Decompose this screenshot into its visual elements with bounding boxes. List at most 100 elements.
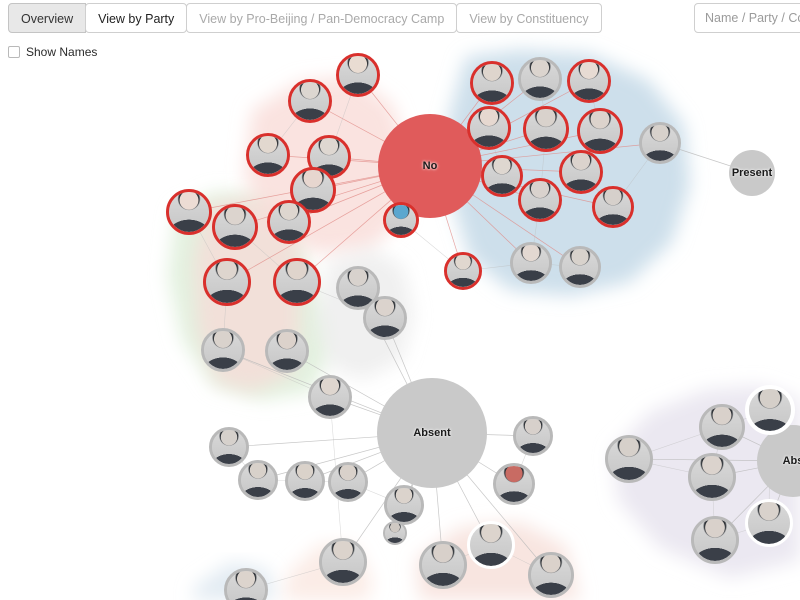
member-portrait bbox=[526, 109, 566, 149]
hub-label-abstain: Abs bbox=[782, 455, 800, 467]
view-tabs: Overview View by Party View by Pro-Beijing… bbox=[8, 3, 602, 33]
member-node[interactable] bbox=[559, 150, 603, 194]
member-portrait bbox=[521, 181, 559, 219]
member-node[interactable] bbox=[267, 200, 311, 244]
member-node[interactable] bbox=[493, 463, 535, 505]
member-node[interactable] bbox=[688, 453, 736, 501]
search-container bbox=[694, 3, 800, 33]
member-node[interactable] bbox=[308, 375, 352, 419]
member-node[interactable] bbox=[467, 521, 515, 569]
member-portrait bbox=[470, 524, 512, 566]
member-node[interactable] bbox=[467, 106, 511, 150]
member-node[interactable] bbox=[383, 202, 419, 238]
member-portrait bbox=[268, 332, 306, 370]
member-node[interactable] bbox=[518, 57, 562, 101]
member-portrait bbox=[339, 56, 377, 94]
member-node[interactable] bbox=[699, 404, 745, 450]
member-portrait bbox=[749, 389, 791, 431]
hub-node-absent[interactable]: Absent bbox=[377, 378, 487, 488]
member-portrait bbox=[386, 205, 416, 235]
member-node[interactable] bbox=[470, 61, 514, 105]
member-node[interactable] bbox=[201, 328, 245, 372]
member-node[interactable] bbox=[481, 155, 523, 197]
member-node[interactable] bbox=[285, 461, 325, 501]
member-node[interactable] bbox=[209, 427, 249, 467]
member-node[interactable] bbox=[166, 189, 212, 235]
member-portrait bbox=[608, 438, 650, 480]
member-portrait bbox=[215, 207, 255, 247]
hub-label-present: Present bbox=[731, 167, 773, 179]
member-node[interactable] bbox=[363, 296, 407, 340]
member-node[interactable] bbox=[444, 252, 482, 290]
tab-overview[interactable]: Overview bbox=[8, 3, 87, 33]
member-node[interactable] bbox=[319, 538, 367, 586]
member-node[interactable] bbox=[273, 258, 321, 306]
member-node[interactable] bbox=[265, 329, 309, 373]
member-portrait bbox=[694, 519, 736, 561]
member-node[interactable] bbox=[513, 416, 553, 456]
member-portrait bbox=[212, 430, 246, 464]
member-node[interactable] bbox=[384, 485, 424, 525]
member-node[interactable] bbox=[577, 108, 623, 154]
member-portrait bbox=[241, 463, 275, 497]
member-node[interactable] bbox=[336, 53, 380, 97]
member-node[interactable] bbox=[691, 516, 739, 564]
hub-node-present[interactable]: Present bbox=[729, 150, 775, 196]
member-portrait bbox=[422, 544, 464, 586]
member-portrait bbox=[516, 419, 550, 453]
member-node[interactable] bbox=[605, 435, 653, 483]
member-portrait bbox=[227, 571, 265, 600]
member-portrait bbox=[642, 125, 678, 161]
member-portrait bbox=[366, 299, 404, 337]
member-portrait bbox=[206, 261, 248, 303]
member-node[interactable] bbox=[745, 499, 793, 547]
member-node[interactable] bbox=[383, 521, 407, 545]
show-names-checkbox[interactable] bbox=[8, 46, 20, 58]
member-node[interactable] bbox=[212, 204, 258, 250]
member-portrait bbox=[276, 261, 318, 303]
member-node[interactable] bbox=[419, 541, 467, 589]
member-portrait bbox=[595, 189, 631, 225]
app-root: No Absent Present Abs OverviewView by Party… bbox=[0, 0, 800, 600]
search-input[interactable] bbox=[694, 3, 800, 33]
member-portrait bbox=[204, 331, 242, 369]
member-node[interactable] bbox=[528, 552, 574, 598]
member-node[interactable] bbox=[567, 59, 611, 103]
member-portrait bbox=[288, 464, 322, 498]
member-node[interactable] bbox=[639, 122, 681, 164]
toolbar: Overview View by Party View by Pro-Beijing… bbox=[0, 0, 800, 38]
member-portrait bbox=[580, 111, 620, 151]
member-node[interactable] bbox=[238, 460, 278, 500]
member-portrait bbox=[311, 378, 349, 416]
member-node[interactable] bbox=[745, 385, 795, 435]
member-node[interactable] bbox=[246, 133, 290, 177]
show-names-label: Show Names bbox=[26, 45, 98, 59]
member-portrait bbox=[470, 109, 508, 147]
member-portrait bbox=[562, 153, 600, 191]
member-portrait bbox=[521, 60, 559, 98]
member-node[interactable] bbox=[523, 106, 569, 152]
member-portrait bbox=[447, 255, 479, 287]
member-node[interactable] bbox=[328, 462, 368, 502]
tab-view-by-party[interactable]: View by Party bbox=[85, 3, 188, 33]
member-node[interactable] bbox=[559, 246, 601, 288]
member-portrait bbox=[270, 203, 308, 241]
member-portrait bbox=[331, 465, 365, 499]
member-node[interactable] bbox=[518, 178, 562, 222]
hub-label-no: No bbox=[422, 160, 438, 172]
member-node[interactable] bbox=[510, 242, 552, 284]
member-portrait bbox=[570, 62, 608, 100]
member-portrait bbox=[473, 64, 511, 102]
hub-label-absent: Absent bbox=[413, 427, 451, 439]
show-names-control[interactable]: Show Names bbox=[8, 45, 97, 59]
member-portrait bbox=[513, 245, 549, 281]
member-portrait bbox=[169, 192, 209, 232]
member-node[interactable] bbox=[288, 79, 332, 123]
tab-view-by-pro-beijing-pan-democracy-camp[interactable]: View by Pro-Beijing / Pan-Democracy Camp bbox=[186, 3, 458, 33]
member-portrait bbox=[691, 456, 733, 498]
member-node[interactable] bbox=[203, 258, 251, 306]
member-node[interactable] bbox=[592, 186, 634, 228]
member-portrait bbox=[748, 502, 790, 544]
tab-view-by-constituency[interactable]: View by Constituency bbox=[456, 3, 602, 33]
member-portrait bbox=[291, 82, 329, 120]
